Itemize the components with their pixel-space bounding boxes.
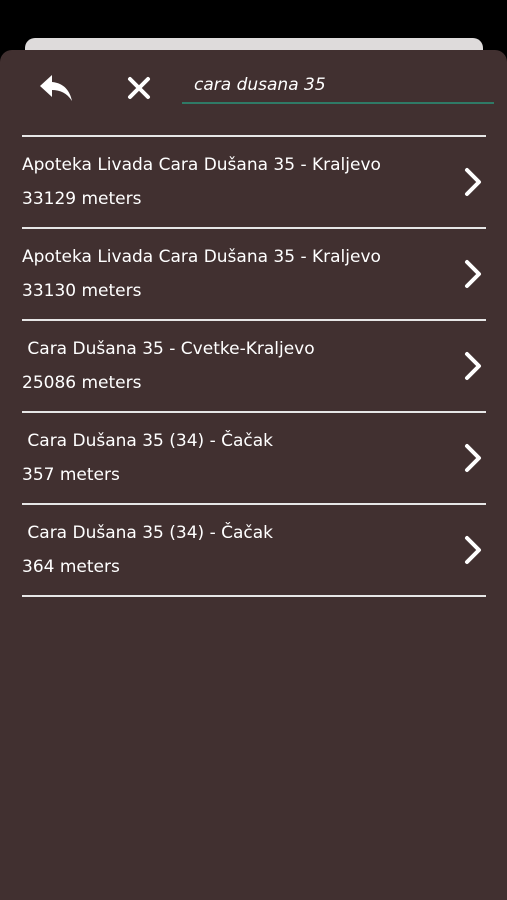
result-row[interactable]: Apoteka Livada Cara Dušana 35 - Kraljevo… [22,229,486,321]
result-distance: 33129 meters [22,189,142,209]
result-row[interactable]: Cara Dušana 35 (34) - Čačak 357 meters [22,413,486,505]
clear-search-button[interactable] [116,68,162,108]
chevron-right-icon [465,168,481,196]
chevron-right-icon [465,352,481,380]
close-icon [128,77,150,99]
result-row[interactable]: Apoteka Livada Cara Dušana 35 - Kraljevo… [22,137,486,229]
chevron-right-icon [465,444,481,472]
result-title: Cara Dušana 35 (34) - Čačak [22,431,274,451]
result-row[interactable]: Cara Dušana 35 - Cvetke-Kraljevo 25086 m… [22,321,486,413]
result-distance: 33130 meters [22,281,142,301]
result-title: Apoteka Livada Cara Dušana 35 - Kraljevo [22,247,381,267]
result-distance: 25086 meters [22,373,142,393]
result-distance: 364 meters [22,557,120,577]
result-title: Cara Dušana 35 (34) - Čačak [22,523,274,543]
result-row[interactable]: Cara Dušana 35 (34) - Čačak 364 meters [22,505,486,597]
results-list: Apoteka Livada Cara Dušana 35 - Kraljevo… [22,135,486,597]
result-distance: 357 meters [22,465,120,485]
search-field [182,68,494,104]
back-arrow-icon [40,75,72,101]
chevron-right-icon [465,536,481,564]
search-input[interactable] [182,68,494,102]
back-button[interactable] [33,68,79,108]
result-title: Cara Dušana 35 - Cvetke-Kraljevo [22,339,315,359]
result-title: Apoteka Livada Cara Dušana 35 - Kraljevo [22,155,381,175]
search-sheet: Apoteka Livada Cara Dušana 35 - Kraljevo… [0,50,507,900]
chevron-right-icon [465,260,481,288]
search-toolbar [0,50,507,128]
